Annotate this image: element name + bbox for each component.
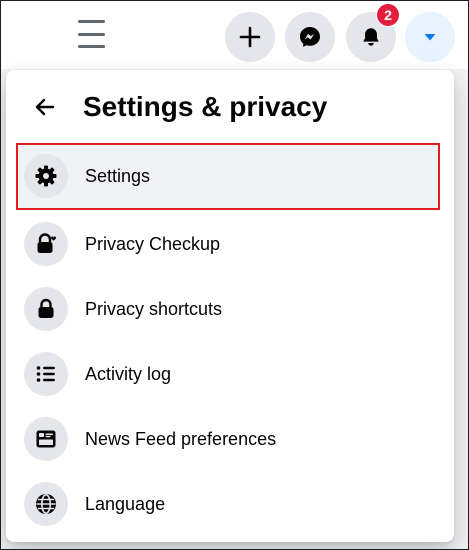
list-icon — [24, 352, 68, 396]
menu-item-activity-log[interactable]: Activity log — [16, 342, 440, 406]
menu-item-label: News Feed preferences — [85, 429, 277, 449]
create-button[interactable] — [225, 12, 275, 62]
bell-icon — [363, 28, 379, 46]
messenger-icon — [300, 27, 320, 47]
menu-item-label: Language — [85, 494, 166, 514]
notification-count-badge: 2 — [376, 3, 400, 27]
plus-icon — [239, 26, 261, 48]
menu-item-label: Privacy shortcuts — [85, 299, 223, 319]
menu-item-privacy-checkup[interactable]: Privacy Checkup — [16, 212, 440, 276]
back-button[interactable] — [25, 87, 65, 127]
lock-heart-icon — [24, 222, 68, 266]
menu-item-language[interactable]: Language — [16, 472, 440, 536]
menu-item-privacy-shortcuts[interactable]: Privacy shortcuts — [16, 277, 440, 341]
menu-item-settings[interactable]: Settings — [16, 144, 440, 208]
panel-title: Settings & privacy — [83, 91, 328, 122]
menu-item-label: Settings — [85, 166, 151, 186]
feed-icon — [24, 417, 68, 461]
menu-item-label: Activity log — [85, 364, 172, 384]
lock-icon — [24, 287, 68, 331]
menu-item-news-feed-preferences[interactable]: News Feed preferences — [16, 407, 440, 471]
arrow-left-icon — [35, 98, 55, 116]
menu-item-label: Privacy Checkup — [85, 234, 221, 254]
messenger-button[interactable] — [285, 12, 335, 62]
account-menu-button[interactable] — [405, 12, 455, 62]
hamburger-menu-icon[interactable] — [78, 20, 105, 48]
globe-icon — [24, 482, 68, 526]
caret-down-icon — [424, 34, 436, 41]
gear-icon — [24, 154, 68, 198]
